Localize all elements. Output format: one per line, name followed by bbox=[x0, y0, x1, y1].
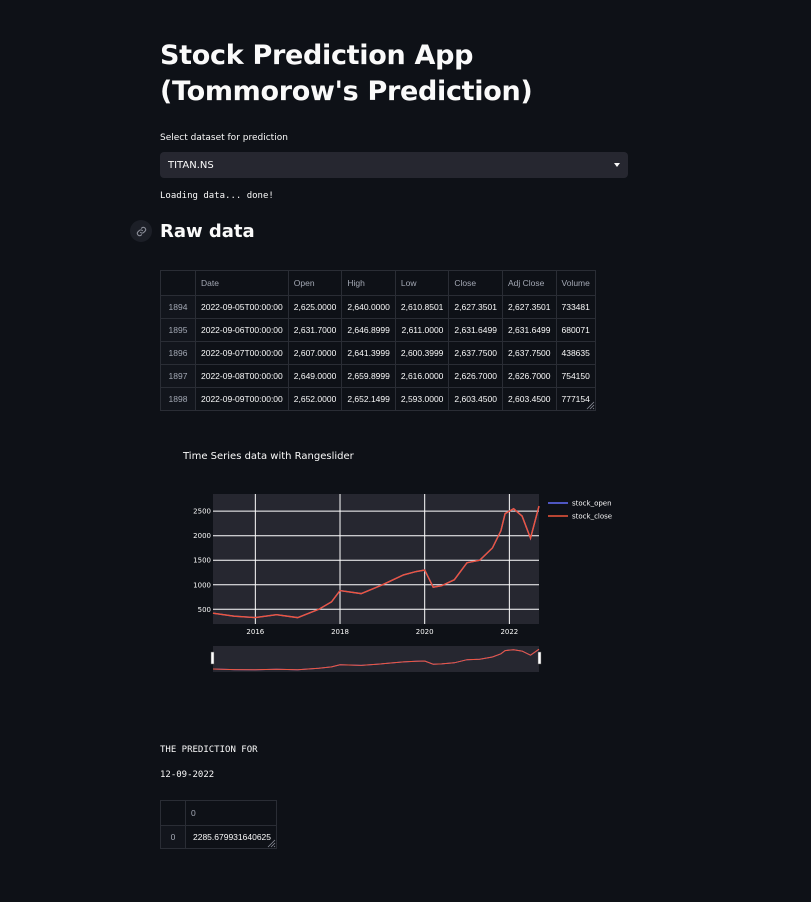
x-tick-label: 2018 bbox=[331, 628, 349, 636]
prediction-label: THE PREDICTION FOR bbox=[160, 745, 258, 755]
table-row[interactable]: 1894 2022-09-05T00:00:00 2,625.0000 2,640.0… bbox=[160, 295, 596, 319]
low-cell: 2,616.0000 bbox=[394, 364, 450, 388]
row-index: 1894 bbox=[160, 295, 196, 319]
table-row[interactable]: 1897 2022-09-08T00:00:00 2,649.0000 2,659.8… bbox=[160, 364, 596, 388]
column-header-open[interactable]: Open bbox=[287, 270, 343, 296]
rangeslider-handle-right[interactable] bbox=[537, 651, 542, 665]
adj-close-cell: 2,627.3501 bbox=[501, 295, 557, 319]
time-series-chart[interactable]: 2016 2018 2020 2022 500 1000 1500 2000 2500 sto… bbox=[180, 490, 650, 690]
close-cell: 2,626.7000 bbox=[448, 364, 503, 388]
volume-cell: 438635 bbox=[555, 341, 596, 365]
row-index: 0 bbox=[160, 825, 186, 849]
legend-label[interactable]: stock_open bbox=[572, 500, 612, 508]
x-tick-label: 2016 bbox=[246, 628, 264, 636]
resize-handle-icon[interactable] bbox=[585, 400, 595, 410]
x-tick-label: 2022 bbox=[500, 628, 518, 636]
open-cell: 2,652.0000 bbox=[287, 387, 343, 411]
column-header-volume[interactable]: Volume bbox=[555, 270, 596, 296]
dataset-select-label: Select dataset for prediction bbox=[160, 133, 288, 143]
close-cell: 2,627.3501 bbox=[448, 295, 503, 319]
close-cell: 2,603.4500 bbox=[448, 387, 503, 411]
table-row[interactable]: 1898 2022-09-09T00:00:00 2,652.0000 2,652.1… bbox=[160, 387, 596, 411]
open-cell: 2,607.0000 bbox=[287, 341, 343, 365]
date-cell: 2022-09-09T00:00:00 bbox=[195, 387, 289, 411]
column-header-close[interactable]: Close bbox=[448, 270, 503, 296]
adj-close-cell: 2,603.4500 bbox=[501, 387, 557, 411]
chart-title: Time Series data with Rangeslider bbox=[183, 451, 354, 462]
y-tick-label: 1500 bbox=[193, 557, 211, 565]
raw-data-table[interactable]: Date Open High Low Close Adj Close Volum… bbox=[160, 270, 596, 411]
chevron-down-icon[interactable] bbox=[614, 163, 620, 167]
open-cell: 2,625.0000 bbox=[287, 295, 343, 319]
prediction-table[interactable]: 0 0 2285.679931640625 bbox=[160, 800, 277, 849]
volume-cell: 754150 bbox=[555, 364, 596, 388]
adj-close-cell: 2,637.7500 bbox=[501, 341, 557, 365]
row-index: 1897 bbox=[160, 364, 196, 388]
link-icon[interactable] bbox=[130, 220, 152, 242]
adj-close-cell: 2,631.6499 bbox=[501, 318, 557, 342]
column-header-low[interactable]: Low bbox=[394, 270, 450, 296]
table-row[interactable]: 1896 2022-09-07T00:00:00 2,607.0000 2,641.3… bbox=[160, 341, 596, 365]
dataset-select[interactable]: TITAN.NS bbox=[160, 152, 628, 178]
plot-area[interactable] bbox=[213, 494, 539, 624]
raw-data-heading: Raw data bbox=[160, 221, 255, 242]
volume-cell: 680071 bbox=[555, 318, 596, 342]
y-tick-label: 500 bbox=[198, 606, 211, 614]
table-row[interactable]: 0 2285.679931640625 bbox=[160, 825, 277, 849]
high-cell: 2,641.3999 bbox=[341, 341, 396, 365]
row-index: 1896 bbox=[160, 341, 196, 365]
date-cell: 2022-09-07T00:00:00 bbox=[195, 341, 289, 365]
adj-close-cell: 2,626.7000 bbox=[501, 364, 557, 388]
high-cell: 2,646.8999 bbox=[341, 318, 396, 342]
close-cell: 2,631.6499 bbox=[448, 318, 503, 342]
low-cell: 2,600.3999 bbox=[394, 341, 450, 365]
resize-handle-icon[interactable] bbox=[266, 838, 276, 848]
y-tick-label: 2500 bbox=[193, 508, 211, 516]
page-title: Stock Prediction App (Tommorow's Predict… bbox=[160, 40, 533, 107]
date-cell: 2022-09-05T00:00:00 bbox=[195, 295, 289, 319]
row-index: 1895 bbox=[160, 318, 196, 342]
close-cell: 2,637.7500 bbox=[448, 341, 503, 365]
row-index: 1898 bbox=[160, 387, 196, 411]
column-header-adj-close[interactable]: Adj Close bbox=[501, 270, 557, 296]
y-tick-label: 2000 bbox=[193, 532, 211, 540]
high-cell: 2,652.1499 bbox=[341, 387, 396, 411]
y-tick-label: 1000 bbox=[193, 581, 211, 589]
prediction-value: 2285.679931640625 bbox=[185, 825, 277, 849]
open-cell: 2,649.0000 bbox=[287, 364, 343, 388]
high-cell: 2,640.0000 bbox=[341, 295, 396, 319]
column-header-index[interactable] bbox=[160, 800, 186, 826]
column-header-index[interactable] bbox=[160, 270, 196, 296]
high-cell: 2,659.8999 bbox=[341, 364, 396, 388]
prediction-date: 12-09-2022 bbox=[160, 770, 215, 780]
date-cell: 2022-09-06T00:00:00 bbox=[195, 318, 289, 342]
loading-status: Loading data... done! bbox=[160, 191, 274, 201]
low-cell: 2,593.0000 bbox=[394, 387, 450, 411]
column-header-date[interactable]: Date bbox=[195, 270, 289, 296]
dataset-select-value: TITAN.NS bbox=[168, 159, 214, 171]
rangeslider-handle-left[interactable] bbox=[210, 651, 215, 665]
open-cell: 2,631.7000 bbox=[287, 318, 343, 342]
column-header-high[interactable]: High bbox=[341, 270, 396, 296]
rangeslider[interactable] bbox=[213, 646, 539, 672]
x-tick-label: 2020 bbox=[416, 628, 434, 636]
volume-cell: 733481 bbox=[555, 295, 596, 319]
column-header-0[interactable]: 0 bbox=[185, 800, 277, 826]
low-cell: 2,611.0000 bbox=[394, 318, 450, 342]
legend-label[interactable]: stock_close bbox=[572, 513, 612, 521]
date-cell: 2022-09-08T00:00:00 bbox=[195, 364, 289, 388]
table-row[interactable]: 1895 2022-09-06T00:00:00 2,631.7000 2,646.8… bbox=[160, 318, 596, 342]
low-cell: 2,610.8501 bbox=[394, 295, 450, 319]
